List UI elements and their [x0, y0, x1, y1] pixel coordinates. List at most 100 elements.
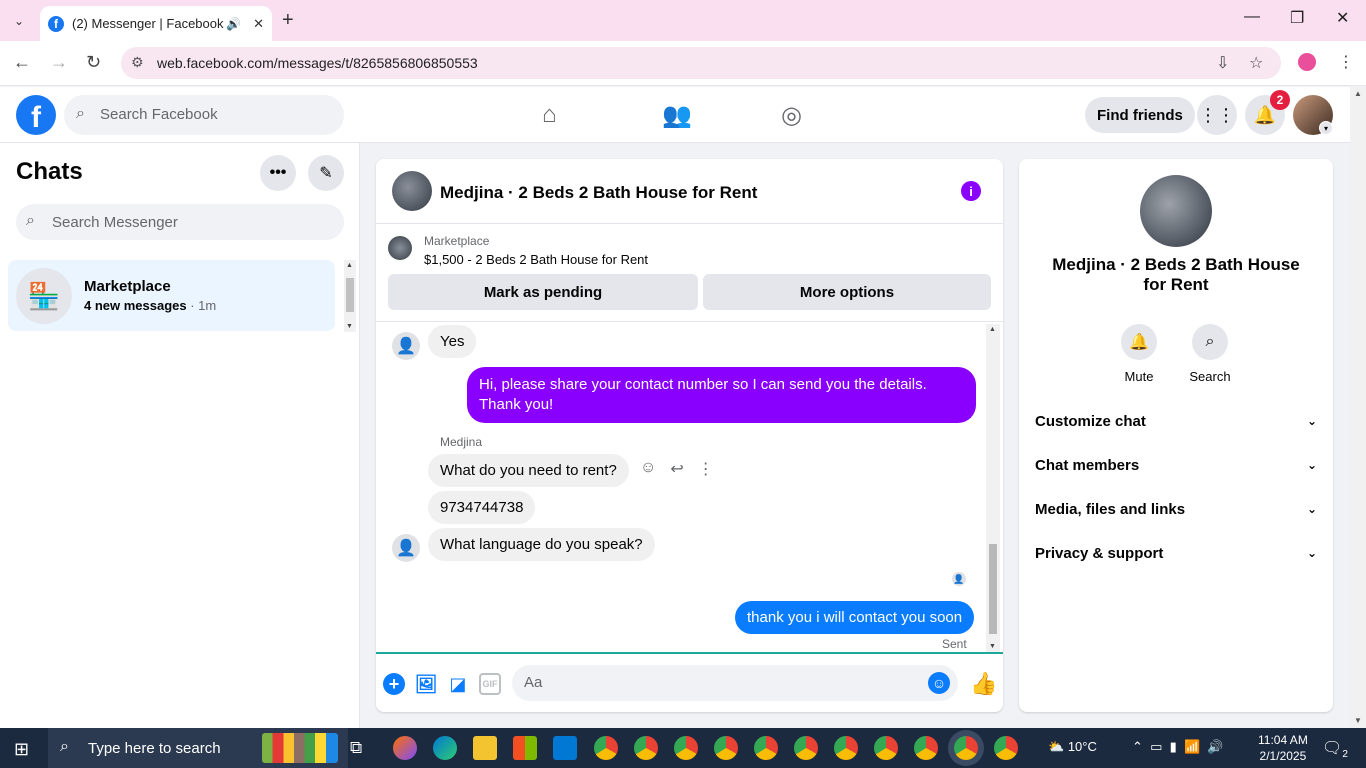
chrome-icon[interactable]	[954, 736, 978, 760]
account-chevron-icon[interactable]: ▾	[1319, 121, 1333, 135]
chrome-icon[interactable]	[994, 736, 1018, 760]
chrome-icon[interactable]	[794, 736, 818, 760]
mail-icon[interactable]	[553, 736, 577, 760]
chrome-icon[interactable]	[834, 736, 858, 760]
forward-icon[interactable]: →	[50, 52, 68, 73]
chrome-icon[interactable]	[914, 736, 938, 760]
install-app-icon[interactable]: ⇩	[1216, 53, 1229, 73]
mark-as-pending-button[interactable]: Mark as pending	[388, 274, 698, 310]
home-icon[interactable]: ⌂	[542, 101, 557, 129]
edge-icon[interactable]	[433, 736, 457, 760]
emoji-icon[interactable]: ☺	[928, 672, 950, 694]
message-input[interactable]: Aa ☺	[512, 665, 958, 701]
info-icon[interactable]: i	[961, 181, 981, 201]
scroll-down-icon[interactable]: ▼	[346, 323, 353, 330]
customize-chat-section[interactable]: Customize chat ⌄	[1035, 409, 1317, 433]
chat-profile-avatar[interactable]	[1140, 175, 1212, 247]
chat-members-section[interactable]: Chat members ⌄	[1035, 453, 1317, 477]
scroll-down-icon[interactable]: ▼	[1354, 716, 1362, 725]
site-settings-icon[interactable]: ⚙	[131, 54, 144, 71]
read-receipt-avatar-icon: 👤	[952, 572, 966, 586]
weather-widget[interactable]: ⛅ 10°C	[1048, 739, 1097, 755]
scroll-thumb[interactable]	[346, 278, 354, 312]
thread-scrollbar[interactable]: ▲ ▼	[986, 324, 1000, 652]
taskbar-clock[interactable]: 11:04 AM 2/1/2025	[1258, 732, 1308, 764]
listing-title[interactable]: $1,500 - 2 Beds 2 Bath House for Rent	[424, 252, 648, 267]
scroll-thumb[interactable]	[989, 544, 997, 634]
menu-grid-icon[interactable]: ⋮⋮	[1197, 95, 1237, 135]
scroll-up-icon[interactable]: ▲	[1354, 89, 1362, 98]
conversation-title[interactable]: Medjina · 2 Beds 2 Bath House for Rent	[440, 183, 757, 203]
photo-icon[interactable]: 🖼	[415, 673, 438, 695]
system-tray-icons[interactable]: ⌃ ▭ ▮ 📶 🔊	[1132, 739, 1224, 755]
minimize-icon[interactable]: —	[1244, 8, 1260, 26]
more-actions-icon[interactable]: ⋮	[698, 459, 714, 479]
chat-options-icon[interactable]: •••	[260, 155, 296, 191]
chrome-icon[interactable]	[754, 736, 778, 760]
page-scrollbar[interactable]: ▲ ▼	[1350, 87, 1366, 727]
marketplace-banner: Marketplace $1,500 - 2 Beds 2 Bath House…	[376, 224, 1003, 322]
plus-actions-icon[interactable]: +	[383, 673, 405, 695]
message-composer: + 🖼 ◪ GIF Aa ☺ 👍	[376, 652, 1003, 712]
close-tab-icon[interactable]: ✕	[253, 16, 264, 32]
friends-icon[interactable]: 👥	[662, 101, 692, 130]
restore-icon[interactable]: ❐	[1290, 8, 1304, 28]
listing-thumbnail[interactable]	[388, 236, 412, 260]
scroll-down-icon[interactable]: ▼	[989, 643, 996, 650]
clock-time: 11:04 AM	[1258, 733, 1308, 747]
thumbs-up-icon[interactable]: 👍	[970, 671, 997, 697]
react-emoji-icon[interactable]: ☺	[640, 459, 656, 479]
clock-date: 2/1/2025	[1259, 749, 1307, 763]
chrome-icon[interactable]	[634, 736, 658, 760]
find-friends-button[interactable]: Find friends	[1085, 97, 1195, 133]
window-close-icon[interactable]: ✕	[1336, 8, 1349, 28]
groups-icon[interactable]: ◎	[781, 101, 802, 130]
chrome-icon[interactable]	[874, 736, 898, 760]
url-text[interactable]: web.facebook.com/messages/t/826585680685…	[157, 55, 478, 71]
store-icon[interactable]	[513, 736, 537, 760]
browser-menu-icon[interactable]: ⋮	[1338, 52, 1354, 72]
windows-start-icon[interactable]: ⊞	[14, 739, 29, 760]
facebook-logo-icon[interactable]: f	[16, 95, 56, 135]
section-title: Media, files and links	[1035, 500, 1186, 518]
speaker-icon[interactable]: 🔊	[226, 17, 241, 31]
new-tab-icon[interactable]: +	[282, 9, 294, 32]
new-message-icon[interactable]: ✎	[308, 155, 344, 191]
gif-icon[interactable]: GIF	[479, 673, 501, 695]
conversation-avatar[interactable]	[392, 171, 432, 211]
messenger-search-input[interactable]: ⌕ Search Messenger	[16, 204, 344, 240]
facebook-search-input[interactable]: ⌕ Search Facebook	[64, 95, 344, 135]
search-action[interactable]: ⌕ Search	[1180, 324, 1240, 384]
bookmark-star-icon[interactable]: ☆	[1249, 53, 1263, 73]
chevron-down-icon: ⌄	[1306, 546, 1317, 560]
search-icon[interactable]: ⌕	[1192, 324, 1228, 360]
file-explorer-icon[interactable]	[473, 736, 497, 760]
office-icon[interactable]	[393, 736, 417, 760]
tab-search-chevron-icon[interactable]: ⌄	[8, 10, 30, 32]
bell-icon[interactable]: 🔔	[1121, 324, 1157, 360]
scroll-up-icon[interactable]: ▲	[346, 262, 353, 269]
url-omnibox[interactable]: ⚙ web.facebook.com/messages/t/8265856806…	[121, 47, 1281, 79]
action-center-icon[interactable]: 🗨2	[1322, 738, 1348, 760]
message-status: Sent	[942, 637, 967, 651]
reply-icon[interactable]: ↩	[670, 459, 683, 479]
chrome-icon[interactable]	[674, 736, 698, 760]
more-options-button[interactable]: More options	[703, 274, 991, 310]
chats-panel: Chats ••• ✎ ⌕ Search Messenger 🏪 Marketp…	[0, 143, 360, 728]
chrome-icon[interactable]	[594, 736, 618, 760]
back-icon[interactable]: ←	[13, 52, 31, 73]
chat-list-item[interactable]: 🏪 Marketplace 4 new messages · 1m	[8, 260, 335, 331]
message-bubble-incoming: What do you need to rent?	[428, 454, 629, 487]
mute-action[interactable]: 🔔 Mute	[1109, 324, 1169, 384]
scroll-up-icon[interactable]: ▲	[989, 326, 996, 333]
chats-scrollbar[interactable]: ▲ ▼	[344, 260, 356, 332]
browser-tab[interactable]: f (2) Messenger | Facebook 🔊 ✕	[40, 6, 272, 41]
books-widget-icon[interactable]	[262, 733, 338, 763]
reload-icon[interactable]: ↻	[86, 52, 101, 73]
task-view-icon[interactable]: ⧉	[350, 738, 362, 758]
chrome-icon[interactable]	[714, 736, 738, 760]
browser-profile-icon[interactable]	[1298, 53, 1316, 71]
sticker-icon[interactable]: ◪	[447, 673, 469, 695]
media-files-links-section[interactable]: Media, files and links ⌄	[1035, 497, 1317, 521]
privacy-support-section[interactable]: Privacy & support ⌄	[1035, 541, 1317, 565]
